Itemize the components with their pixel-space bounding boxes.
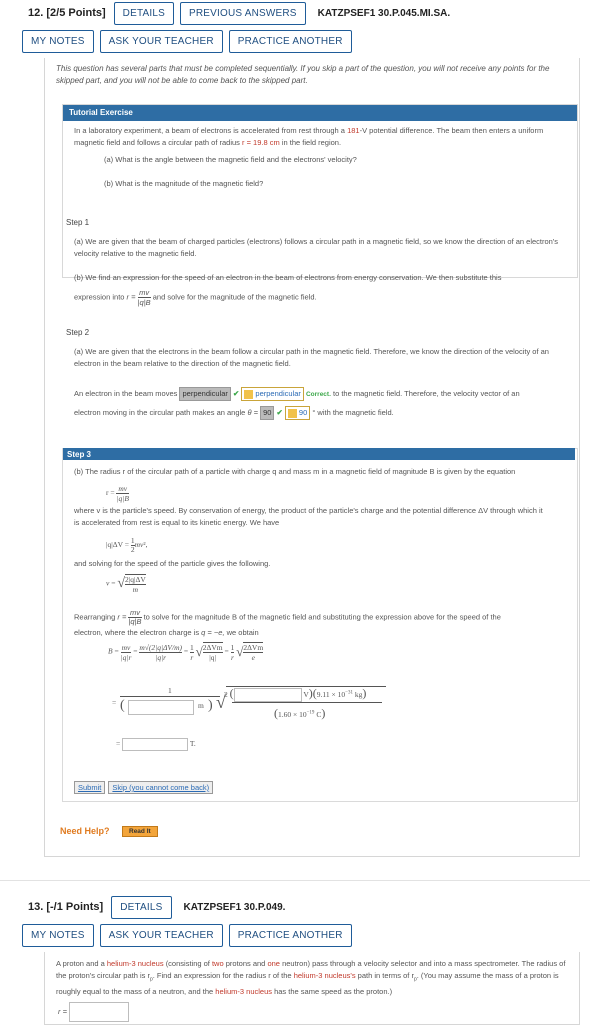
q12-practice-another-button[interactable]: PRACTICE ANOTHER <box>228 30 352 53</box>
need-help-label: Need Help? <box>60 826 110 836</box>
q12-reference: KATZPSEF1 30.P.045.MI.SA. <box>317 7 451 19</box>
step2-sentence1: An electron in the beam moves perpendicu… <box>74 387 570 401</box>
key-icon <box>244 389 254 399</box>
step1-part-b-line2: expression into r = mv |q|B and solve for… <box>74 288 317 307</box>
step3-solve-text: and solving for the speed of the particl… <box>74 559 271 568</box>
sequential-note: This question has several parts that mus… <box>56 64 550 85</box>
q12-previous-answers-button[interactable]: PREVIOUS ANSWERS <box>180 1 306 25</box>
q13-number-points: 13. [-/1 Points] <box>28 901 104 913</box>
q12-number-points: 12. [2/5 Points] <box>28 7 106 19</box>
step2-label: Step 2 <box>66 328 90 337</box>
question-separator <box>0 880 590 881</box>
q12-details-button[interactable]: DETAILS <box>113 1 174 25</box>
step3-energy-text: where v is the particle's speed. By cons… <box>74 506 543 527</box>
q13-reference: KATZPSEF1 30.P.049. <box>183 901 286 913</box>
step3-part-b: (b) The radius r of the circular path of… <box>74 467 516 476</box>
step3-buttons: Submit Skip (you cannot come back) <box>74 781 214 794</box>
substitution-denominator: (1.60 × 10−19 C) <box>274 706 326 720</box>
step1-label: Step 1 <box>66 218 90 227</box>
step3-rearrange-line1: Rearranging r = mv |q|B to solve for the … <box>74 608 501 626</box>
q13-action-row: MY NOTES ASK YOUR TEACHER PRACTICE ANOTH… <box>22 924 358 947</box>
step3-rearrange-line2: electron, where the electron charge is q… <box>74 628 259 637</box>
part-a-question: (a) What is the angle between the magnet… <box>104 155 357 164</box>
tutorial-intro: In a laboratory experiment, a beam of el… <box>74 126 544 147</box>
step1-part-a: (a) We are given that the beam of charge… <box>74 237 559 258</box>
radius-formula: r = mv |q|B <box>106 484 129 503</box>
q13-header: 13. [-/1 Points] DETAILS KATZPSEF1 30.P.… <box>0 895 590 919</box>
correct-label: Correct. <box>305 391 331 398</box>
q12-ask-teacher-button[interactable]: ASK YOUR TEACHER <box>99 30 223 53</box>
radius-formula-inline: r = mv |q|B <box>126 288 151 307</box>
key-icon <box>287 408 297 418</box>
direction-answer-key: perpendicular <box>241 387 304 401</box>
q13-question-text: A proton and a helium-3 nucleus (consist… <box>56 959 566 996</box>
q13-ask-teacher-button[interactable]: ASK YOUR TEACHER <box>99 924 223 947</box>
field-answer-input[interactable] <box>122 738 189 751</box>
step1-part-b-line1: (b) We find an expression for the speed … <box>74 273 502 282</box>
step2-part-a: (a) We are given that the electrons in t… <box>74 347 549 368</box>
step3-header: Step 3 <box>63 448 575 460</box>
angle-input[interactable]: 90 <box>260 406 275 420</box>
q12-my-notes-button[interactable]: MY NOTES <box>22 30 94 53</box>
step2-sentence2: electron moving in the circular path mak… <box>74 406 570 420</box>
speed-formula: v = √ 2|q|ΔV m <box>106 574 146 594</box>
q12-action-row: MY NOTES ASK YOUR TEACHER PRACTICE ANOTH… <box>22 30 358 53</box>
q13-my-notes-button[interactable]: MY NOTES <box>22 924 94 947</box>
part-b-question: (b) What is the magnitude of the magneti… <box>104 179 264 188</box>
q13-details-button[interactable]: DETAILS <box>111 895 172 919</box>
check-icon: ✔ <box>233 389 240 398</box>
angle-answer-key: 90 <box>284 406 311 420</box>
read-it-button[interactable]: Read It <box>122 826 158 837</box>
substitution-numerator: 2 ( V)(9.11 × 10−31 kg) <box>224 686 394 703</box>
q13-answer-row: r = <box>58 1002 130 1022</box>
q13-practice-another-button[interactable]: PRACTICE ANOTHER <box>228 924 352 947</box>
q13-answer-input[interactable] <box>69 1002 130 1022</box>
q12-header: 12. [2/5 Points] DETAILS PREVIOUS ANSWER… <box>0 1 590 25</box>
skip-button[interactable]: Skip (you cannot come back) <box>108 781 214 794</box>
direction-select[interactable]: perpendicular <box>179 387 231 401</box>
field-formula: B = mv |q|r = m√(2|q|ΔV/m) |q|r = 1r √ 2ΔVm… <box>108 642 264 662</box>
tutorial-label: Tutorial Exercise <box>63 105 577 121</box>
final-answer-row: = T. <box>116 738 196 751</box>
energy-formula: |q|ΔV = 1 2mv², <box>106 536 148 554</box>
submit-button[interactable]: Submit <box>74 781 106 794</box>
fraction-bar <box>232 702 382 703</box>
radius-input[interactable] <box>128 700 194 715</box>
voltage-input[interactable] <box>233 688 302 703</box>
check-icon: ✔ <box>276 408 283 417</box>
